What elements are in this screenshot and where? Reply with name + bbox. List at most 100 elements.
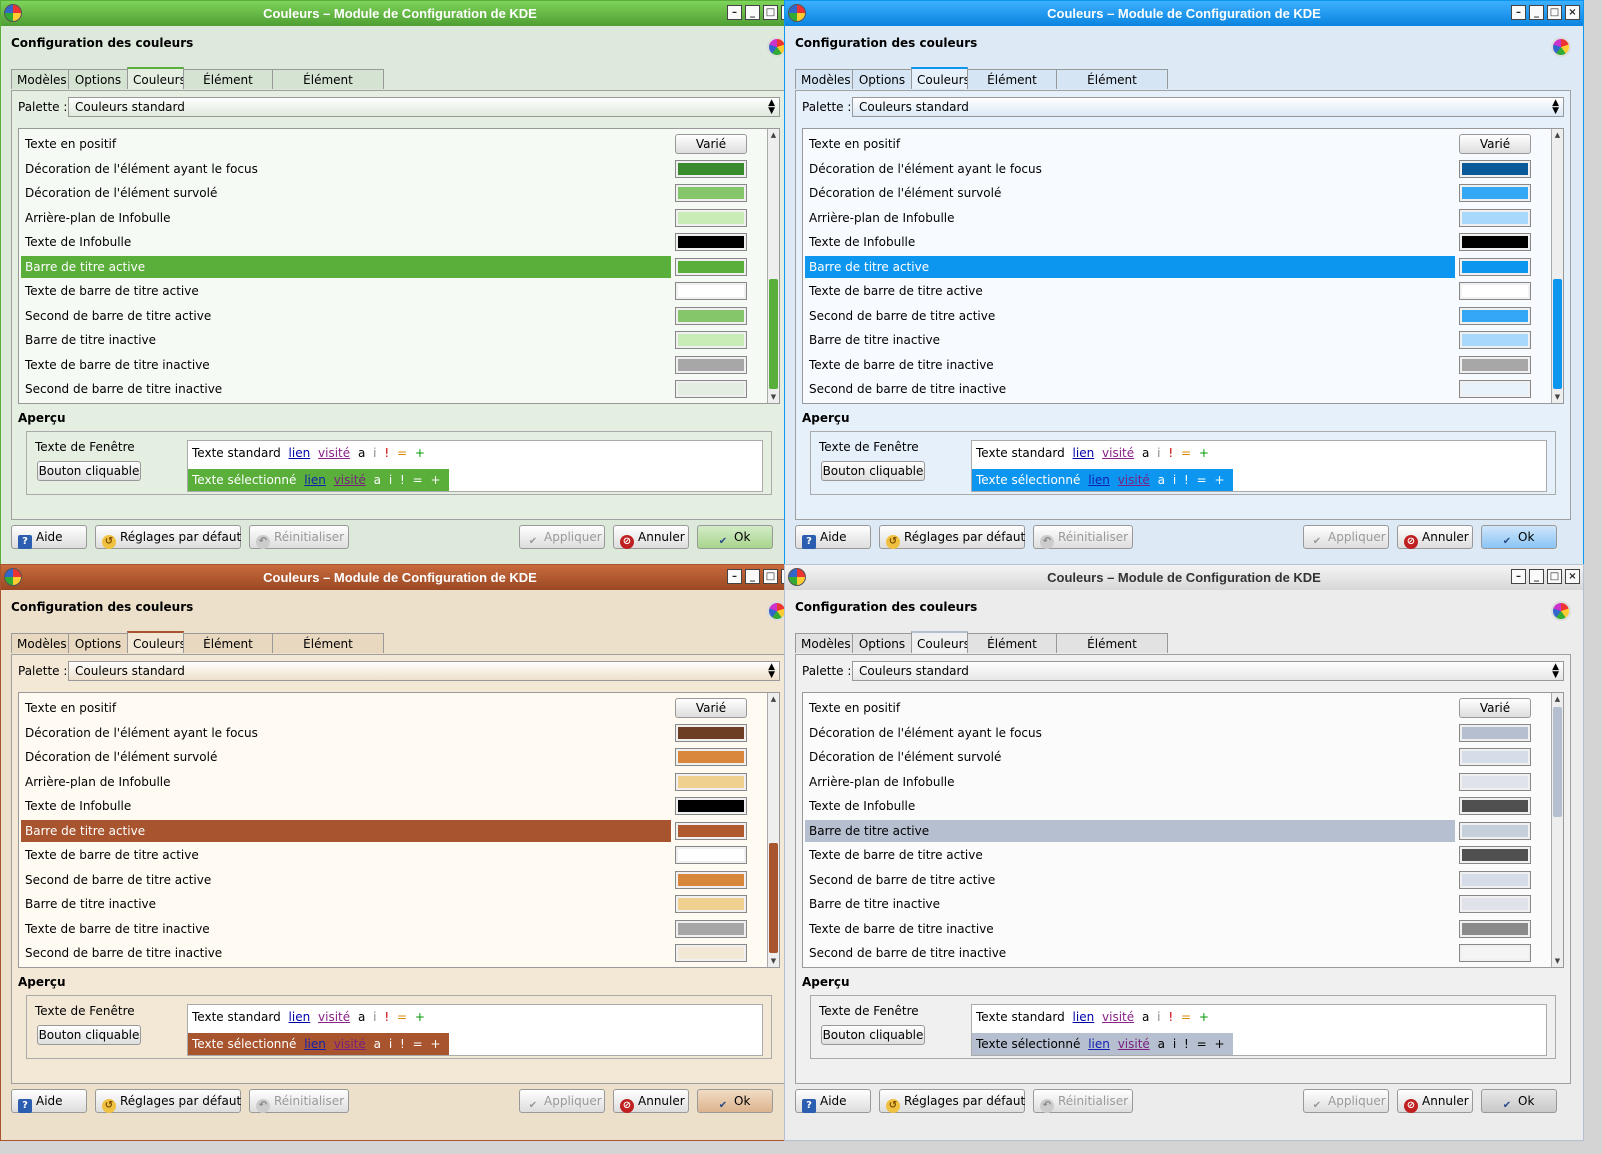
tab-1[interactable]: Options [852,69,912,89]
varie-button[interactable]: Varié [675,134,747,154]
palette-select[interactable]: Couleurs standard ▲ ▼ [68,661,780,681]
close-icon[interactable]: × [1565,569,1580,584]
tab-2[interactable]: Couleurs [911,631,970,653]
tab-1[interactable]: Options [68,633,128,653]
scroll-down-icon[interactable]: ▼ [1552,955,1563,967]
preview-button[interactable]: Bouton cliquable [37,461,141,481]
preview-button[interactable]: Bouton cliquable [37,1025,141,1045]
apply-button[interactable]: ✔ Appliquer [1303,1089,1389,1113]
color-role-row[interactable]: Décoration de l'élément ayant le focus [805,158,1455,180]
color-swatch-button[interactable] [1459,355,1531,374]
scroll-thumb[interactable] [1553,279,1562,389]
list-scrollbar[interactable]: ▲ ▼ [1551,693,1563,967]
tab-3[interactable]: Élément inactif [183,633,273,671]
maximize-icon[interactable]: □ [763,569,778,584]
kde-app-icon[interactable] [788,568,806,586]
color-swatch-button[interactable] [1459,257,1531,276]
minimize-icon[interactable]: _ [745,569,760,584]
list-scrollbar[interactable]: ▲ ▼ [1551,129,1563,403]
scroll-up-icon[interactable]: ▲ [1552,693,1563,705]
apply-button[interactable]: ✔ Appliquer [519,1089,605,1113]
color-role-row[interactable]: Texte de Infobulle [805,795,1455,817]
tab-3[interactable]: Élément inactif [183,69,273,107]
color-swatch-button[interactable] [1459,331,1531,349]
shade-icon[interactable]: – [1511,569,1526,584]
scroll-down-icon[interactable]: ▼ [1552,391,1563,403]
maximize-icon[interactable]: □ [1547,5,1562,20]
color-role-row[interactable]: Barre de titre inactive [805,329,1455,351]
color-swatch-button[interactable] [1459,233,1531,251]
color-swatch-button[interactable] [675,184,747,202]
color-swatch-button[interactable] [675,257,747,276]
color-role-row[interactable]: Barre de titre active [21,255,671,278]
tab-3[interactable]: Élément inactif [967,633,1057,671]
color-swatch-button[interactable] [1459,870,1531,889]
kde-app-icon[interactable] [4,568,22,586]
tab-3[interactable]: Élément inactif [967,69,1057,107]
scroll-thumb[interactable] [769,279,778,389]
color-swatch-button[interactable] [1459,380,1531,398]
color-swatch-button[interactable] [1459,159,1531,178]
maximize-icon[interactable]: □ [1547,569,1562,584]
color-role-row[interactable]: Barre de titre inactive [21,893,671,915]
color-role-row[interactable]: Décoration de l'élément ayant le focus [21,722,671,744]
tab-0[interactable]: Modèles [11,633,69,653]
scroll-up-icon[interactable]: ▲ [768,693,779,705]
color-role-row[interactable]: Barre de titre inactive [805,893,1455,915]
defaults-button[interactable]: ↺ Réglages par défaut [879,525,1025,549]
color-swatch-button[interactable] [675,306,747,325]
color-role-row[interactable]: Texte en positif [21,133,671,155]
color-role-row[interactable]: Décoration de l'élément survolé [21,746,671,768]
color-role-row[interactable]: Texte de Infobulle [21,231,671,253]
ok-button[interactable]: ✔ Ok [697,525,773,549]
color-role-row[interactable]: Texte de Infobulle [21,795,671,817]
color-role-row[interactable]: Texte en positif [21,697,671,719]
color-swatch-button[interactable] [1459,919,1531,938]
color-swatch-button[interactable] [675,723,747,742]
window-titlebar[interactable]: Couleurs – Module de Configuration de KD… [1,565,799,590]
color-swatch-button[interactable] [675,821,747,840]
color-role-row[interactable]: Texte de Infobulle [805,231,1455,253]
tab-4[interactable]: Élément désactivé [272,633,384,671]
color-role-row[interactable]: Texte de barre de titre active [21,844,671,866]
list-scrollbar[interactable]: ▲ ▼ [767,129,779,403]
color-swatch-button[interactable] [1459,821,1531,840]
cancel-button[interactable]: ⊘ Annuler [613,525,689,549]
tab-2[interactable]: Couleurs [127,631,186,653]
color-swatch-button[interactable] [675,772,747,791]
tab-4[interactable]: Élément désactivé [1056,633,1168,671]
tab-2[interactable]: Couleurs [127,67,186,89]
color-role-row[interactable]: Texte en positif [805,133,1455,155]
preview-button[interactable]: Bouton cliquable [821,461,925,481]
help-button[interactable]: ? Aide [795,1089,871,1113]
color-role-row[interactable]: Second de barre de titre active [21,869,671,891]
close-icon[interactable]: × [1565,5,1580,20]
tab-0[interactable]: Modèles [795,69,853,89]
defaults-button[interactable]: ↺ Réglages par défaut [95,525,241,549]
color-swatch-button[interactable] [1459,748,1531,766]
reset-button[interactable]: ↶ Réinitialiser [1033,525,1133,549]
palette-select[interactable]: Couleurs standard ▲ ▼ [68,97,780,117]
tab-4[interactable]: Élément désactivé [272,69,384,107]
tab-0[interactable]: Modèles [795,633,853,653]
help-button[interactable]: ? Aide [11,525,87,549]
scroll-thumb[interactable] [1553,707,1562,817]
color-swatch-button[interactable] [1459,208,1531,227]
color-swatch-button[interactable] [675,380,747,398]
color-role-row[interactable]: Barre de titre active [805,819,1455,842]
color-role-row[interactable]: Second de barre de titre active [21,305,671,327]
shade-icon[interactable]: – [727,569,742,584]
color-role-row[interactable]: Texte en positif [805,697,1455,719]
reset-button[interactable]: ↶ Réinitialiser [1033,1089,1133,1113]
color-role-row[interactable]: Barre de titre active [21,819,671,842]
color-role-row[interactable]: Second de barre de titre inactive [21,378,671,400]
cancel-button[interactable]: ⊘ Annuler [1397,525,1473,549]
window-titlebar[interactable]: Couleurs – Module de Configuration de KD… [785,1,1583,26]
reset-button[interactable]: ↶ Réinitialiser [249,1089,349,1113]
color-swatch-button[interactable] [675,846,747,864]
color-role-row[interactable]: Décoration de l'élément survolé [805,182,1455,204]
color-swatch-button[interactable] [1459,723,1531,742]
defaults-button[interactable]: ↺ Réglages par défaut [879,1089,1025,1113]
ok-button[interactable]: ✔ Ok [1481,1089,1557,1113]
color-swatch-button[interactable] [1459,306,1531,325]
